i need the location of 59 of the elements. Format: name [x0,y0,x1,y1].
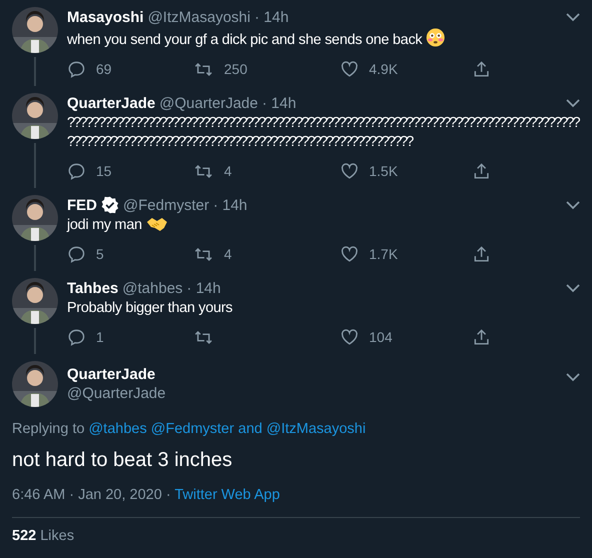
tweet-text: jodi my man [67,217,142,233]
user-handle[interactable]: @ItzMasayoshi [148,8,250,26]
user-name[interactable]: FED [67,196,97,214]
speech-bubble-icon[interactable] [67,60,86,78]
speech-bubble-icon[interactable] [67,244,86,264]
tweet-text: not hard to beat 3 inches [12,449,234,472]
user-name[interactable]: QuarterJade [67,94,156,112]
likes-label[interactable]: Likes [40,528,74,544]
retweet-count: 4 [224,163,232,179]
speech-bubble-icon[interactable] [67,162,86,180]
share-icon[interactable] [472,60,491,78]
tweet-text: ??????????????????????????????????????????????????????????????????????????????????????????????????????????????????????????????????????????? [67,115,579,150]
user-handle[interactable]: @QuarterJade [159,94,258,112]
reply-count: 69 [96,61,112,77]
retweet-count: 4 [224,246,232,262]
heart-icon[interactable] [340,60,359,78]
heart-icon[interactable] [340,328,359,346]
user-name[interactable]: Masayoshi [67,8,144,26]
user-name[interactable]: Tahbes [67,280,118,296]
timestamp: · 14h [186,280,221,296]
mention-link[interactable]: @tahbes [88,421,147,437]
chevron-icon[interactable] [566,373,580,382]
chevron-icon[interactable] [566,12,580,22]
timestamp: · 14h [213,196,248,214]
mention-link[interactable]: @Fedmyster [150,421,234,437]
heart-icon[interactable] [340,244,359,264]
share-icon[interactable] [472,162,491,180]
handshake-icon [146,216,168,232]
user-handle[interactable]: @tahbes [122,280,183,296]
reply-count: 15 [96,163,112,179]
user-handle[interactable]: @Fedmyster [123,196,210,214]
share-icon[interactable] [472,328,491,346]
timestamp: 6:46 AM · Jan 20, 2020 · [12,487,171,503]
tweet-text: when you send your gf a dick pic and she sends one back [67,32,422,48]
chevron-icon[interactable] [566,200,580,210]
speech-bubble-icon[interactable] [67,328,86,346]
share-icon[interactable] [472,244,491,264]
verified-badge-icon [101,196,119,214]
reply-count: 5 [96,246,104,262]
flushed-face-icon [426,28,446,47]
like-count: 104 [369,329,392,345]
reply-count: 1 [96,329,104,345]
mention-link[interactable]: @ItzMasayoshi [266,421,366,437]
mention-link[interactable]: and [238,421,262,437]
like-count: 4.9K [369,61,398,77]
retweet-count: 250 [224,61,248,77]
timestamp: · 14h [262,94,296,112]
heart-icon[interactable] [340,162,359,180]
like-count: 1.7K [369,246,398,262]
source-link[interactable]: Twitter Web App [174,487,280,503]
chevron-icon[interactable] [566,98,580,108]
like-count: 1.5K [369,163,398,179]
timestamp: · 14h [254,8,289,26]
replying-label: Replying to [12,421,85,437]
user-name[interactable]: QuarterJade [67,365,166,384]
chevron-icon[interactable] [566,284,580,292]
tweet-text: Probably bigger than yours [67,300,232,316]
likes-count[interactable]: 522 [12,528,36,544]
user-handle[interactable]: @QuarterJade [67,384,166,403]
